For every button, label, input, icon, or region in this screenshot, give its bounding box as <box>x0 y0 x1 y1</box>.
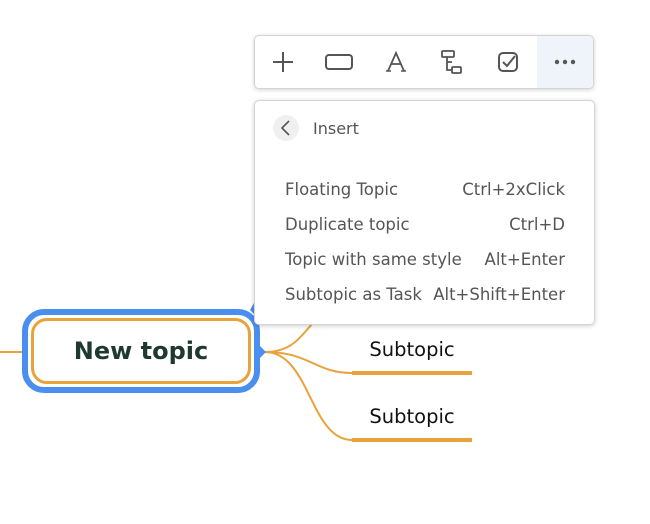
add-icon <box>273 52 294 72</box>
shape-button[interactable] <box>311 36 367 88</box>
central-topic-label[interactable]: New topic <box>31 318 251 384</box>
more-icon <box>554 59 575 65</box>
menu-item-shortcut: Ctrl+2xClick <box>462 180 565 199</box>
task-checkbox-icon <box>498 52 519 72</box>
menu-item-subtopic-as-task[interactable]: Subtopic as Task Alt+Shift+Enter <box>285 277 565 312</box>
menu-items: Floating Topic Ctrl+2xClick Duplicate to… <box>285 172 565 312</box>
menu-item-shortcut: Ctrl+D <box>509 215 565 234</box>
menu-item-shortcut: Alt+Enter <box>484 250 565 269</box>
menu-item-label: Duplicate topic <box>285 215 410 234</box>
menu-item-floating-topic[interactable]: Floating Topic Ctrl+2xClick <box>285 172 565 207</box>
menu-header: Insert <box>273 115 359 141</box>
menu-item-topic-same-style[interactable]: Topic with same style Alt+Enter <box>285 242 565 277</box>
back-button[interactable] <box>273 115 299 141</box>
menu-item-label: Floating Topic <box>285 180 399 199</box>
menu-item-shortcut: Alt+Shift+Enter <box>433 285 565 304</box>
menu-title: Insert <box>313 118 359 138</box>
subtopic-1[interactable]: Subtopic <box>352 338 472 361</box>
subtopic-2[interactable]: Subtopic <box>352 405 472 428</box>
menu-item-label: Topic with same style <box>285 250 462 269</box>
central-topic[interactable]: New topic <box>22 309 260 393</box>
task-button[interactable] <box>480 36 536 88</box>
menu-item-duplicate-topic[interactable]: Duplicate topic Ctrl+D <box>285 207 565 242</box>
floating-toolbar <box>254 35 594 89</box>
text-style-icon <box>385 50 406 72</box>
insert-menu: Insert Floating Topic Ctrl+2xClick Dupli… <box>254 100 595 325</box>
structure-button[interactable] <box>424 36 480 88</box>
mindmap-canvas[interactable]: New topic Subtopic Subtopic Insert Float… <box>0 0 650 524</box>
structure-icon <box>441 50 463 74</box>
menu-item-label: Subtopic as Task <box>285 285 422 304</box>
more-button[interactable] <box>536 36 593 88</box>
shape-icon <box>325 54 354 70</box>
text-style-button[interactable] <box>368 36 424 88</box>
chevron-left-icon <box>280 120 290 136</box>
add-button[interactable] <box>255 36 311 88</box>
